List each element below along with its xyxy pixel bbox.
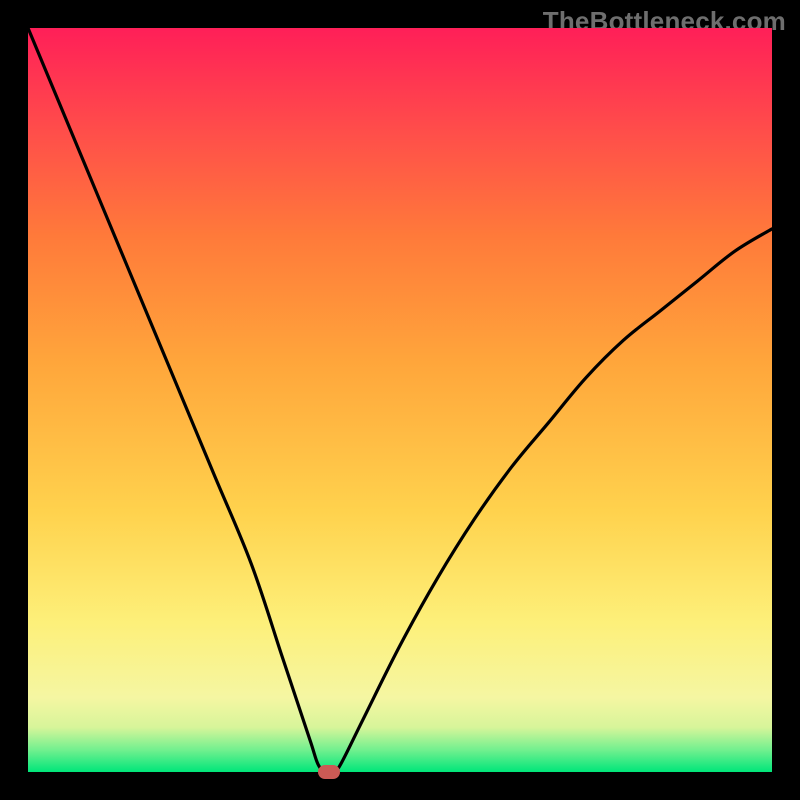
plot-area xyxy=(28,28,772,772)
min-marker xyxy=(318,765,340,779)
curve-svg xyxy=(28,28,772,772)
chart-frame: TheBottleneck.com xyxy=(0,0,800,800)
curve-path xyxy=(28,28,772,772)
